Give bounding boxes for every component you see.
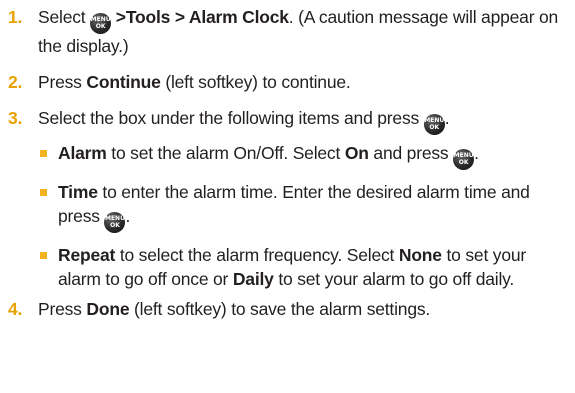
sub-item-list: Alarm to set the alarm On/Off. Select On… bbox=[38, 141, 569, 291]
option-daily: Daily bbox=[232, 269, 274, 289]
option-none: None bbox=[398, 245, 442, 265]
list-item-time: Time to enter the alarm time. Enter the … bbox=[38, 180, 569, 233]
menu-ok-key-icon: MENU OK bbox=[90, 13, 112, 34]
item-text: to select the alarm frequency. Select bbox=[119, 245, 395, 265]
instruction-document: 1. Select MENU OK >Tools > Alarm Clock. (… bbox=[0, 0, 575, 393]
item-name: Alarm bbox=[58, 143, 107, 163]
step-number: 3. bbox=[8, 108, 23, 128]
bullet-icon bbox=[40, 150, 47, 157]
menu-ok-key-icon: MENU OK bbox=[453, 149, 475, 170]
step-2: 2. Press Continue (left softkey) to cont… bbox=[6, 70, 569, 94]
step-text: Press bbox=[38, 299, 82, 319]
step-text: Press bbox=[38, 72, 82, 92]
item-name: Time bbox=[58, 182, 98, 202]
bullet-icon bbox=[40, 189, 47, 196]
step-text: Select the box under the following items… bbox=[38, 108, 420, 128]
bullet-icon bbox=[40, 252, 47, 259]
step-1: 1. Select MENU OK >Tools > Alarm Clock. (… bbox=[6, 5, 569, 58]
step-text-continued: (left softkey) to save the alarm setting… bbox=[134, 299, 431, 319]
softkey-label: Continue bbox=[86, 72, 161, 92]
item-text-end: to set your alarm to go off daily. bbox=[278, 269, 515, 289]
step-number: 2. bbox=[8, 72, 23, 92]
step-4: 4. Press Done (left softkey) to save the… bbox=[6, 297, 569, 321]
item-name: Repeat bbox=[58, 245, 116, 265]
item-text: to set the alarm On/Off. Select bbox=[111, 143, 341, 163]
step-number: 1. bbox=[8, 7, 23, 27]
step-text: Select bbox=[38, 7, 86, 27]
list-item-alarm: Alarm to set the alarm On/Off. Select On… bbox=[38, 141, 569, 170]
option-name: On bbox=[344, 143, 369, 163]
menu-ok-key-icon: MENU OK bbox=[104, 212, 126, 233]
step-3: 3. Select the box under the following it… bbox=[6, 106, 569, 291]
step-number: 4. bbox=[8, 299, 23, 319]
list-item-repeat: Repeat to select the alarm frequency. Se… bbox=[38, 243, 569, 291]
step-text-continued: (left softkey) to continue. bbox=[165, 72, 351, 92]
softkey-label: Done bbox=[86, 299, 130, 319]
item-text-continued: and press bbox=[373, 143, 449, 163]
menu-path: >Tools > Alarm Clock bbox=[115, 7, 289, 27]
menu-ok-key-icon: MENU OK bbox=[423, 114, 445, 135]
